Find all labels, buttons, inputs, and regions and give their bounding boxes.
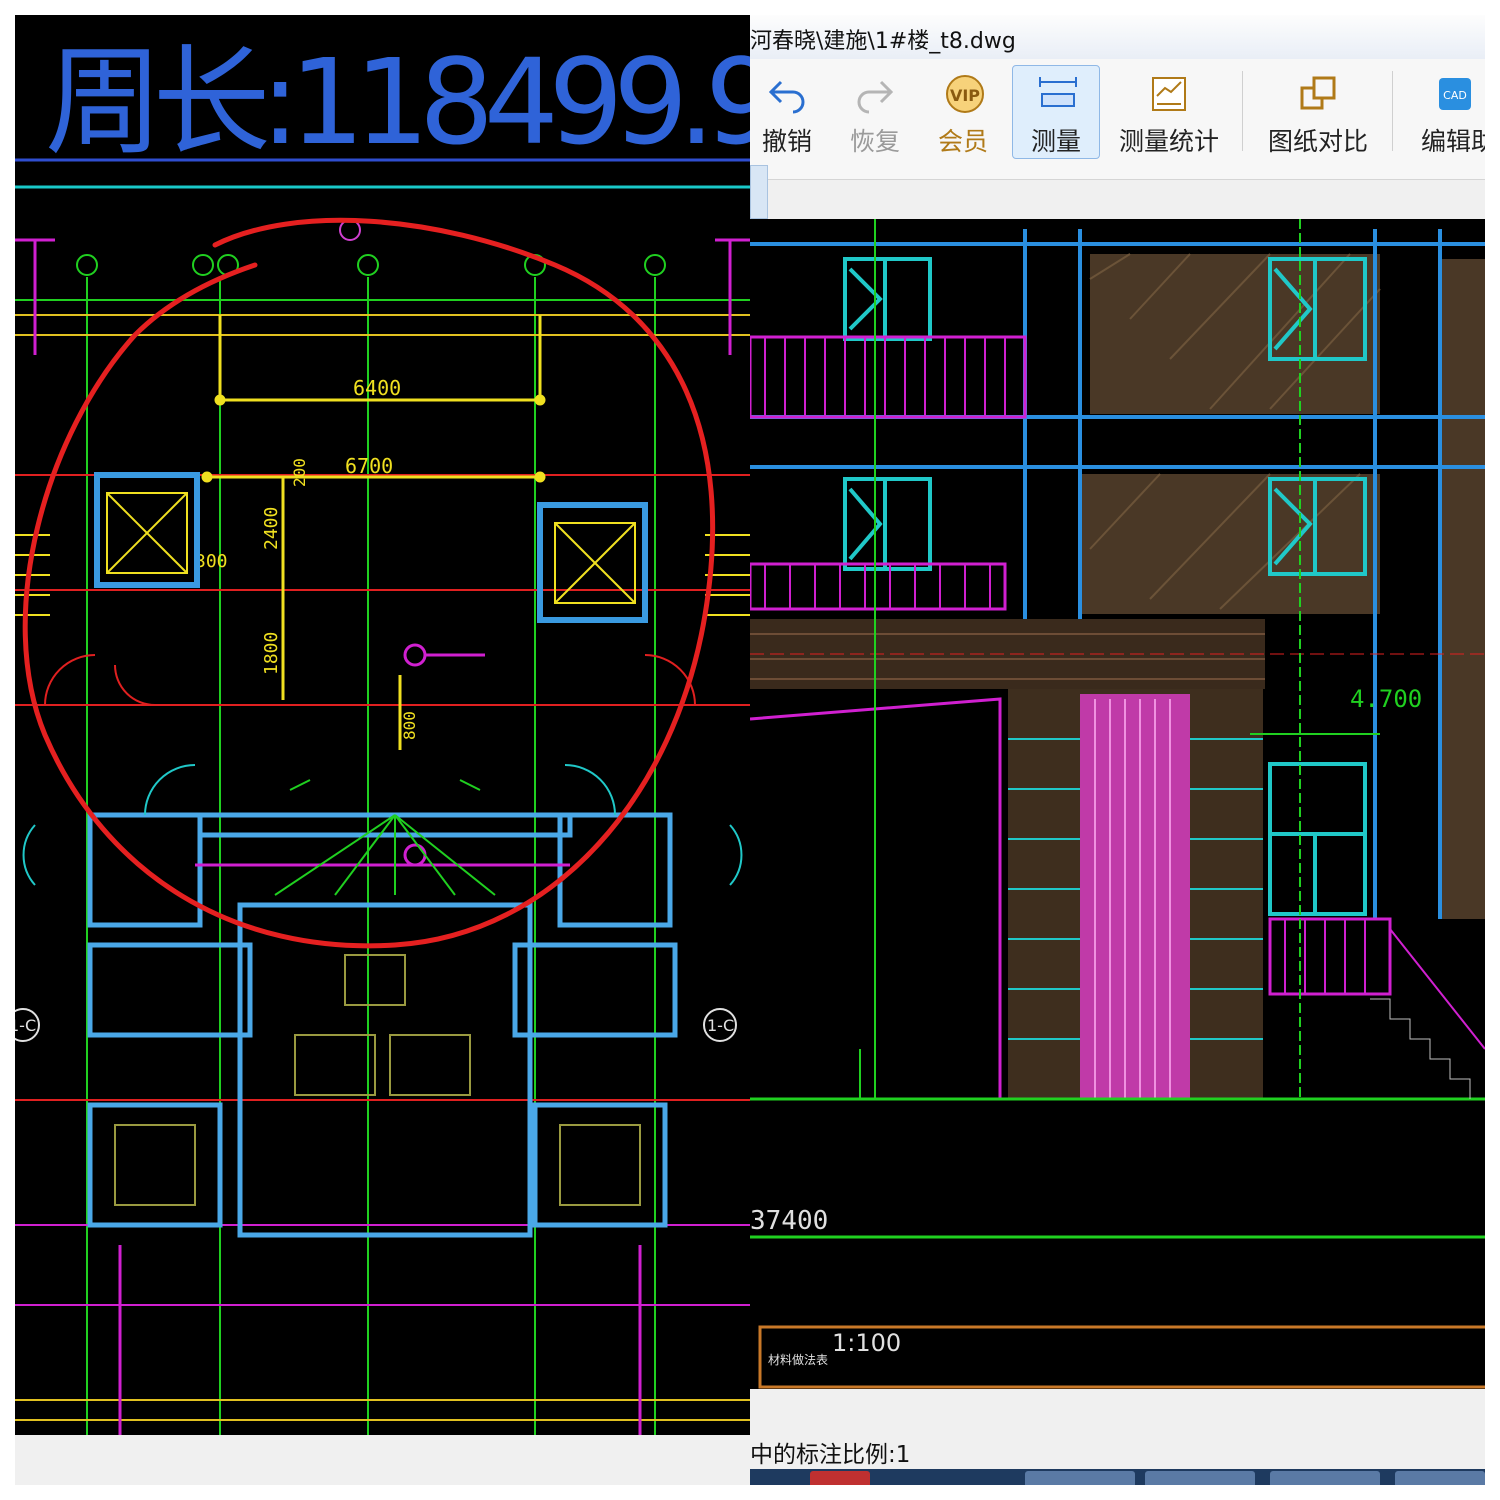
scale-label: 1:100	[832, 1329, 901, 1357]
floor-plan-drawing: 周长:118499.9 6400 6700 2400 1800 200 300 …	[15, 33, 750, 1435]
undo-icon	[767, 74, 807, 114]
taskbar-app-item[interactable]	[1270, 1471, 1380, 1485]
grid-axis-bubbles	[76, 254, 666, 1435]
length-label: 37400	[750, 1206, 828, 1236]
dimension-top-width: 6400	[353, 376, 401, 400]
elevation-label: 4.700	[1350, 685, 1422, 713]
measure-stats-icon	[1149, 74, 1189, 114]
svg-text:CAD: CAD	[1443, 89, 1467, 102]
undo-button[interactable]: 撤销	[754, 65, 820, 159]
dimension-vertical-b: 1800	[261, 632, 282, 675]
floor-plan-view[interactable]: 周长:118499.9 6400 6700 2400 1800 200 300 …	[15, 15, 750, 1435]
vip-label: 会员	[937, 127, 988, 156]
toolbar: 撤销 恢复 VIP 会员 测量 测量统计 图纸对比 CAD 编辑助	[750, 59, 1485, 180]
vip-icon: VIP	[943, 74, 984, 114]
perimeter-label: 周长:118499.9	[45, 33, 750, 171]
measure-button[interactable]: 测量	[1012, 65, 1100, 159]
measure-icon	[1036, 74, 1077, 114]
measure-label: 测量	[1030, 127, 1081, 156]
compare-label: 图纸对比	[1267, 127, 1368, 156]
status-bar: 中的标注比例:1	[750, 1429, 1485, 1469]
dimension-inner-width: 6700	[345, 454, 393, 478]
taskbar-app-item[interactable]	[1395, 1471, 1485, 1485]
cad-viewer-window: 河春晓\建施\1#楼_t8.dwg 撤销 恢复 VIP 会员 测量 测量统计 图…	[750, 15, 1485, 1485]
materials-table-label: 材料做法表	[768, 1352, 828, 1367]
redo-icon	[855, 74, 895, 114]
dimension-small-a: 200	[290, 458, 309, 487]
window-title: 河春晓\建施\1#楼_t8.dwg	[750, 29, 1016, 54]
axis-mark-right: 1-C	[707, 1016, 734, 1035]
measure-stats-button[interactable]: 测量统计	[1116, 65, 1222, 159]
edit-helper-icon: CAD	[1435, 74, 1475, 114]
measure-stats-label: 测量统计	[1118, 127, 1219, 156]
edit-helper-button[interactable]: CAD 编辑助	[1414, 65, 1485, 159]
redo-button[interactable]: 恢复	[842, 65, 908, 159]
edit-helper-label: 编辑助	[1421, 127, 1485, 156]
photo-footer-strip	[15, 1435, 750, 1485]
elevation-drawing: 4.700 37400 1:100 材料做法表	[750, 219, 1485, 1389]
undo-label: 撤销	[761, 127, 812, 156]
vip-button[interactable]: VIP 会员	[930, 65, 996, 159]
dimension-vertical-a: 2400	[261, 507, 282, 550]
compare-button[interactable]: 图纸对比	[1262, 65, 1374, 159]
dimension-small-c: 800	[400, 711, 419, 740]
toolbar-separator	[1392, 71, 1393, 151]
toolbar-separator	[1242, 71, 1243, 151]
taskbar-app-item[interactable]	[810, 1471, 870, 1485]
taskbar	[750, 1469, 1485, 1485]
redo-label: 恢复	[849, 127, 900, 156]
title-bar: 河春晓\建施\1#楼_t8.dwg	[750, 15, 1485, 60]
drawing-tab[interactable]	[750, 165, 768, 219]
axis-mark-left: 1-C	[15, 1016, 36, 1035]
status-text: 中的标注比例:1	[750, 1442, 911, 1468]
svg-text:VIP: VIP	[950, 86, 980, 105]
drawing-canvas[interactable]: 4.700 37400 1:100 材料做法表	[750, 219, 1485, 1389]
compare-icon	[1298, 74, 1338, 114]
taskbar-app-item[interactable]	[1145, 1471, 1255, 1485]
taskbar-app-item[interactable]	[1025, 1471, 1135, 1485]
